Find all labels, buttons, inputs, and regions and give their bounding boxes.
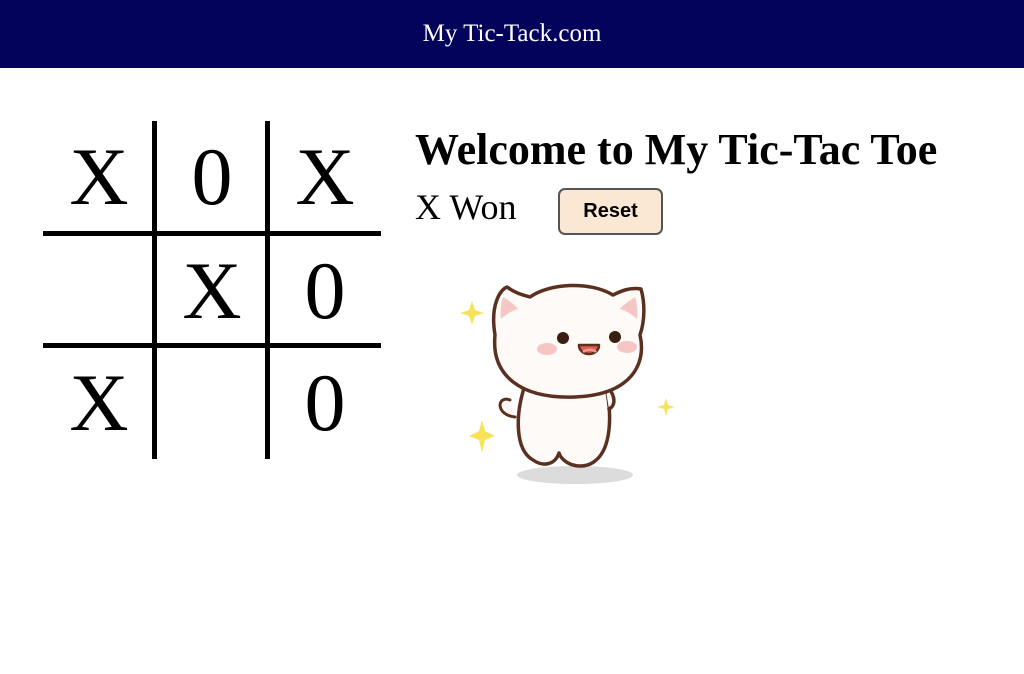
board-cell-6[interactable]: X [43, 347, 155, 459]
board-cell-3[interactable] [43, 235, 155, 347]
board-cell-8[interactable]: 0 [269, 347, 381, 459]
game-board: X 0 X X 0 X 0 [43, 121, 381, 459]
board-cell-0[interactable]: X [43, 121, 155, 233]
board-cell-1[interactable]: 0 [156, 121, 268, 233]
site-header: My Tic-Tack.com [0, 0, 1024, 68]
game-status: X Won [415, 187, 517, 227]
cat-celebrating-icon [460, 283, 675, 484]
board-cell-4[interactable]: X [156, 235, 268, 347]
page-title: Welcome to My Tic-Tac Toe [415, 125, 938, 174]
board-cell-7[interactable] [156, 347, 268, 459]
board-cell-5[interactable]: 0 [269, 235, 381, 347]
reset-button[interactable]: Reset [558, 188, 663, 235]
board-cell-2[interactable]: X [269, 121, 381, 233]
site-title: My Tic-Tack.com [422, 20, 602, 47]
